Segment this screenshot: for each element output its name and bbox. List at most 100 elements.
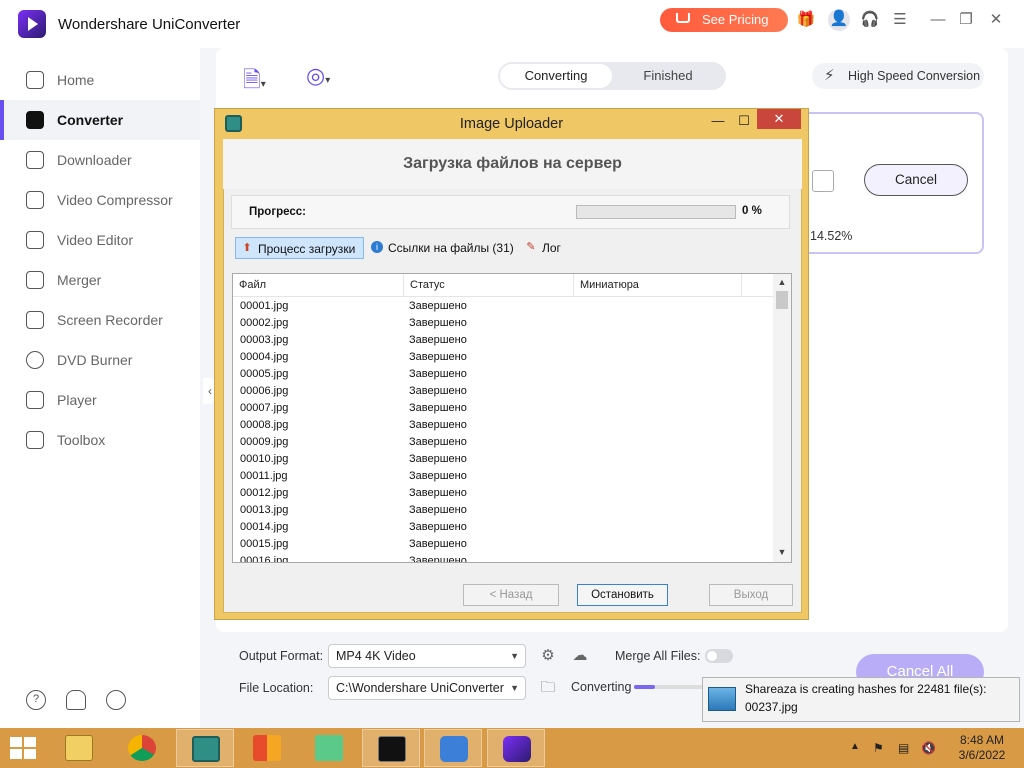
- list-item[interactable]: 00006.jpg Завершено: [233, 383, 773, 400]
- dialog-minimize-icon[interactable]: —: [707, 111, 729, 131]
- tab-converting[interactable]: Converting: [500, 64, 612, 88]
- list-item[interactable]: 00013.jpg Завершено: [233, 502, 773, 519]
- list-item[interactable]: 00003.jpg Завершено: [233, 332, 773, 349]
- tab-upload-process[interactable]: ⬆ Процесс загрузки: [235, 237, 364, 259]
- dialog-maximize-icon[interactable]: ☐: [733, 111, 755, 131]
- feedback-icon[interactable]: [106, 690, 126, 710]
- chevron-down-icon: ▼: [510, 683, 519, 693]
- support-headset-icon[interactable]: 🎧: [860, 10, 880, 30]
- cancel-button[interactable]: Cancel: [864, 164, 968, 196]
- taskbar-image-viewer[interactable]: [300, 729, 358, 767]
- file-location-select[interactable]: C:\Wondershare UniConverter ▼: [328, 676, 526, 700]
- see-pricing-button[interactable]: See Pricing: [660, 8, 788, 32]
- record-icon: [26, 311, 44, 329]
- list-item[interactable]: 00007.jpg Завершено: [233, 400, 773, 417]
- output-format-value: MP4 4K Video: [336, 649, 416, 663]
- stop-button[interactable]: Остановить: [577, 584, 668, 606]
- menu-icon[interactable]: ☰: [890, 10, 910, 30]
- scroll-down-icon[interactable]: ▼: [773, 546, 791, 558]
- sidebar-item-merger[interactable]: Merger: [0, 260, 200, 300]
- file-name-cell: 00009.jpg: [240, 436, 289, 448]
- load-dvd-button[interactable]: ◎▾: [306, 63, 350, 91]
- status-cell: Завершено: [409, 453, 467, 465]
- exit-button[interactable]: Выход: [709, 584, 793, 606]
- list-item[interactable]: 00015.jpg Завершено: [233, 536, 773, 553]
- dialog-close-icon[interactable]: ✕: [757, 109, 801, 129]
- sidebar-item-screen-recorder[interactable]: Screen Recorder: [0, 300, 200, 340]
- list-item[interactable]: 00002.jpg Завершено: [233, 315, 773, 332]
- close-icon[interactable]: ✕: [986, 10, 1006, 30]
- file-name-cell: 00014.jpg: [240, 521, 289, 533]
- log-icon: ✎: [526, 241, 536, 253]
- merge-all-files-toggle[interactable]: [705, 649, 733, 663]
- shareaza-notification[interactable]: Shareaza is creating hashes for 22481 fi…: [702, 677, 1020, 722]
- maximize-icon[interactable]: ❐: [956, 10, 976, 30]
- cloud-icon[interactable]: ☁: [570, 646, 590, 666]
- column-header-file[interactable]: Файл: [233, 274, 404, 297]
- tray-overflow-icon[interactable]: ▲: [850, 741, 860, 752]
- taskbar-sync-app[interactable]: [424, 729, 482, 767]
- sidebar-item-toolbox[interactable]: Toolbox: [0, 420, 200, 460]
- back-button[interactable]: < Назад: [463, 584, 559, 606]
- list-item[interactable]: 00016.jpg Завершено: [233, 553, 773, 563]
- tab-file-links[interactable]: i Ссылки на файлы (31): [366, 237, 518, 259]
- list-item[interactable]: 00014.jpg Завершено: [233, 519, 773, 536]
- list-item[interactable]: 00004.jpg Завершено: [233, 349, 773, 366]
- sidebar-item-label: Downloader: [57, 152, 132, 168]
- notification-bell-icon[interactable]: [66, 690, 86, 710]
- taskbar-uniconverter[interactable]: [487, 729, 545, 767]
- add-files-button[interactable]: 🗎▾: [243, 63, 283, 92]
- account-icon[interactable]: 👤: [828, 9, 850, 31]
- sidebar-item-video-compressor[interactable]: Video Compressor: [0, 180, 200, 220]
- taskbar-command-prompt[interactable]: [362, 729, 420, 767]
- sidebar-item-home[interactable]: Home: [0, 60, 200, 100]
- list-scrollbar[interactable]: ▲ ▼: [773, 274, 791, 562]
- taskbar-app-tiles[interactable]: [238, 729, 296, 767]
- action-center-flag-icon[interactable]: ⚑: [873, 741, 884, 755]
- system-clock[interactable]: 8:48 AM 3/6/2022: [952, 733, 1012, 763]
- column-header-thumbnail[interactable]: Миниатюра: [574, 274, 742, 297]
- taskbar-image-uploader[interactable]: [176, 729, 234, 767]
- sidebar-item-downloader[interactable]: Downloader: [0, 140, 200, 180]
- status-cell: Завершено: [409, 487, 467, 499]
- scrollbar-thumb[interactable]: [776, 291, 788, 309]
- tab-finished[interactable]: Finished: [612, 64, 724, 88]
- taskbar-chrome[interactable]: [113, 729, 171, 767]
- list-item[interactable]: 00012.jpg Завершено: [233, 485, 773, 502]
- high-speed-label: High Speed Conversion: [848, 69, 981, 83]
- format-settings-icon[interactable]: ⚙: [538, 646, 558, 666]
- file-name-cell: 00010.jpg: [240, 453, 289, 465]
- scroll-up-icon[interactable]: ▲: [773, 276, 791, 288]
- high-speed-conversion-toggle[interactable]: ⚡ High Speed Conversion: [812, 63, 984, 89]
- list-item[interactable]: 00001.jpg Завершено: [233, 298, 773, 315]
- add-file-icon: 🗎: [243, 67, 261, 92]
- chevron-down-icon: ▾: [260, 79, 266, 90]
- network-icon[interactable]: ▤: [898, 741, 909, 755]
- sidebar-item-video-editor[interactable]: Video Editor: [0, 220, 200, 260]
- folder-icon[interactable]: 🗀: [538, 678, 558, 698]
- converter-icon: [26, 111, 44, 129]
- volume-muted-icon[interactable]: 🔇: [921, 741, 936, 755]
- tab-log[interactable]: ✎ Лог: [520, 237, 570, 259]
- minimize-icon[interactable]: —: [928, 10, 948, 30]
- column-header-status[interactable]: Статус: [404, 274, 574, 297]
- output-format-select[interactable]: MP4 4K Video ▼: [328, 644, 526, 668]
- list-item[interactable]: 00010.jpg Завершено: [233, 451, 773, 468]
- folder-icon: [65, 735, 93, 761]
- image-viewer-icon: [315, 735, 343, 761]
- merge-all-files-label: Merge All Files:: [615, 649, 701, 663]
- help-icon[interactable]: ?: [26, 690, 46, 710]
- status-cell: Завершено: [409, 555, 467, 563]
- notification-filename: 00237.jpg: [745, 700, 798, 714]
- list-item[interactable]: 00009.jpg Завершено: [233, 434, 773, 451]
- gift-icon[interactable]: 🎁: [796, 10, 816, 30]
- list-item[interactable]: 00011.jpg Завершено: [233, 468, 773, 485]
- chevron-down-icon: ▾: [325, 75, 331, 86]
- taskbar-file-explorer[interactable]: [50, 729, 108, 767]
- sidebar-item-converter[interactable]: Converter: [0, 100, 200, 140]
- list-item[interactable]: 00008.jpg Завершено: [233, 417, 773, 434]
- sidebar-item-dvd-burner[interactable]: DVD Burner: [0, 340, 200, 380]
- list-item[interactable]: 00005.jpg Завершено: [233, 366, 773, 383]
- sidebar-item-player[interactable]: Player: [0, 380, 200, 420]
- windows-start-icon[interactable]: [10, 737, 38, 761]
